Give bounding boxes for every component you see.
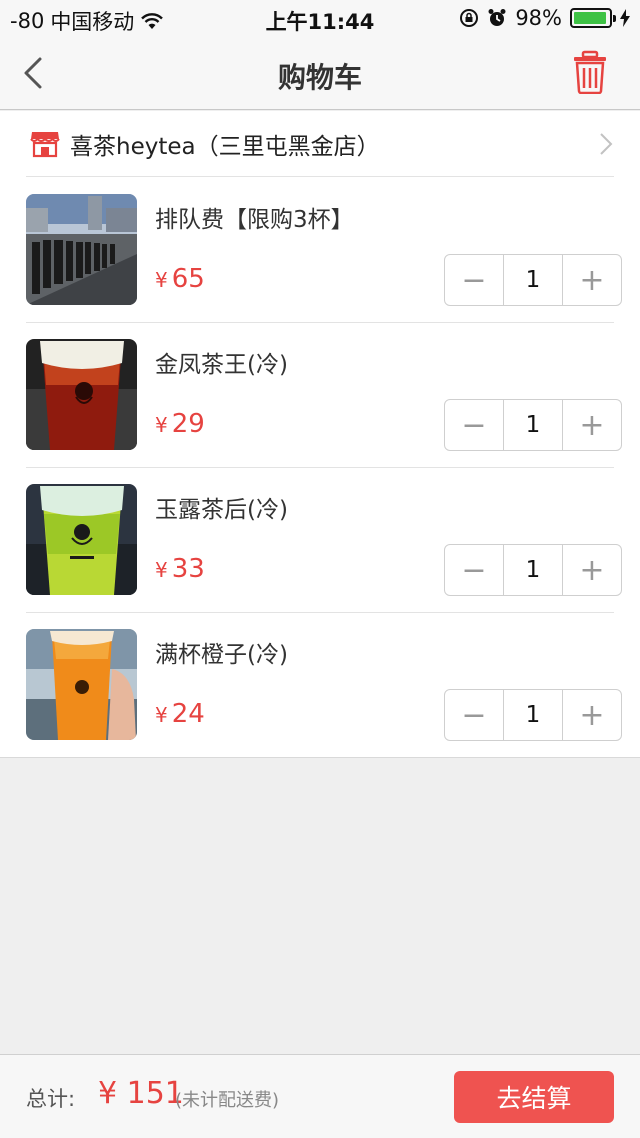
item-price-value: 29 [171,409,205,439]
total-label: 总计: [26,1087,76,1111]
trash-button[interactable] [570,50,610,94]
quantity-value[interactable]: 1 [503,400,563,450]
chevron-right-icon [600,132,613,155]
decrease-button[interactable]: − [445,255,503,305]
cart-item: 玉露茶后(冷) ¥33 − 1 + [0,468,640,613]
product-thumbnail [26,629,137,740]
item-price: ¥29 [155,409,205,439]
quantity-value[interactable]: 1 [503,545,563,595]
store-icon [30,131,60,157]
status-bar: -80 中国移动 上午11:44 98% [0,0,640,36]
item-name: 满杯橙子(冷) [155,642,288,668]
currency-symbol: ¥ [155,413,168,437]
battery-percent: 98% [515,6,562,30]
increase-button[interactable]: + [563,400,621,450]
checkout-bar: 总计: ¥ 151 (未计配送费) 去结算 [0,1054,640,1138]
cart-item: 排队费【限购3杯】 ¥65 − 1 + [0,178,640,323]
item-name: 玉露茶后(冷) [155,497,288,523]
alarm-icon [488,9,506,26]
cart-item: 金凤茶王(冷) ¥29 − 1 + [0,323,640,468]
quantity-stepper: − 1 + [444,544,622,596]
item-price-value: 24 [171,699,205,729]
item-price: ¥33 [155,554,205,584]
increase-button[interactable]: + [563,255,621,305]
nav-bar: 购物车 [0,36,640,110]
charging-bolt-icon [620,9,630,27]
item-name: 排队费【限购3杯】 [155,207,354,233]
quantity-stepper: − 1 + [444,399,622,451]
currency-symbol: ¥ [155,703,168,727]
currency-symbol: ¥ [155,268,168,292]
currency-symbol: ¥ [155,558,168,582]
page-title: 购物车 [277,61,362,94]
store-name: 喜茶heytea（三里屯黑金店） [70,133,380,160]
quantity-value[interactable]: 1 [503,255,563,305]
battery-icon [570,8,616,28]
product-thumbnail [26,194,137,305]
cart-list: 喜茶heytea（三里屯黑金店） 排队费【限购3杯】 ¥ 65 − 1 + 金凤… [0,111,640,758]
cart-item: 满杯橙子(冷) ¥24 − 1 + [0,613,640,758]
total-amount: ¥ 151 [98,1076,184,1111]
shipping-note: (未计配送费) [175,1090,280,1111]
item-price-value: 65 [171,264,205,294]
quantity-value[interactable]: 1 [503,690,563,740]
increase-button[interactable]: + [563,545,621,595]
increase-button[interactable]: + [563,690,621,740]
product-thumbnail [26,484,137,595]
checkout-button[interactable]: 去结算 [454,1071,614,1123]
item-name: 金凤茶王(冷) [155,352,288,378]
status-right: 98% [459,6,630,30]
quantity-stepper: − 1 + [444,689,622,741]
decrease-button[interactable]: − [445,400,503,450]
rotation-lock-icon [460,9,479,27]
decrease-button[interactable]: − [445,690,503,740]
item-price: ¥24 [155,699,205,729]
store-header[interactable]: 喜茶heytea（三里屯黑金店） [26,111,614,177]
item-price: ¥65 [155,264,205,294]
item-price-value: 33 [171,554,205,584]
decrease-button[interactable]: − [445,545,503,595]
quantity-stepper: − 1 + [444,254,622,306]
product-thumbnail [26,339,137,450]
